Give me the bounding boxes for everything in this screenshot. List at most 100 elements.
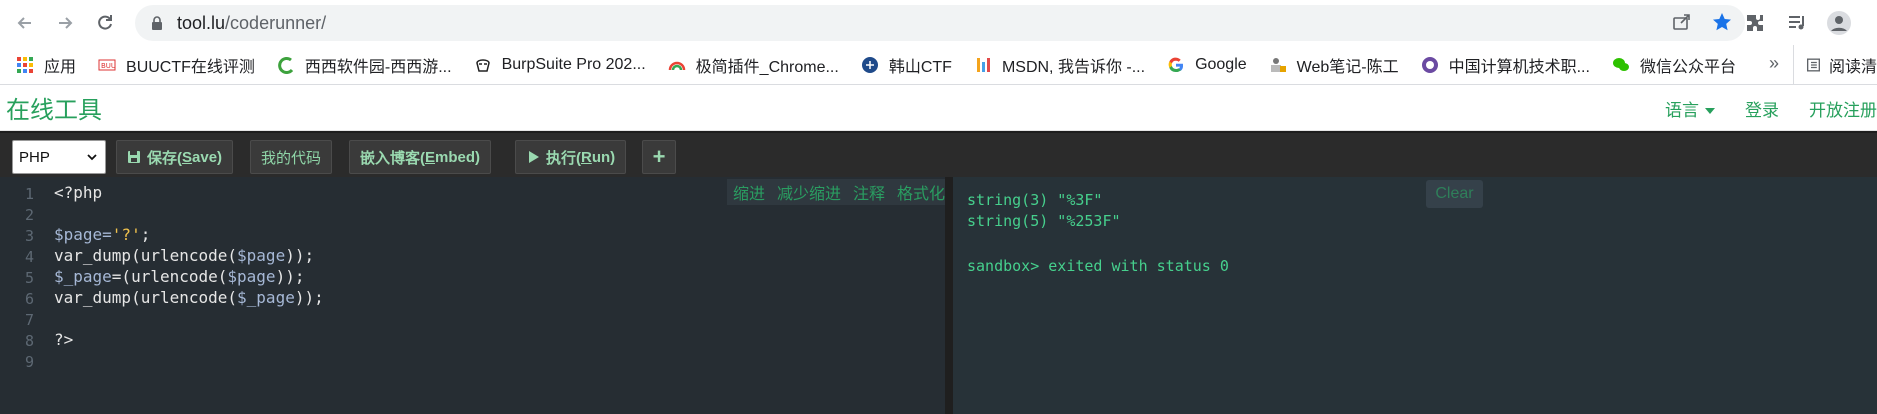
cr173-icon [277,56,295,74]
code-line: $page='?'; [54,225,151,244]
reload-button[interactable] [88,6,122,40]
share-icon[interactable] [1671,11,1693,33]
output-panel: string(3) "%3F" string(5) "%253F" sandbo… [953,177,1877,414]
pane-splitter[interactable] [945,177,953,414]
line-number: 9 [24,353,34,371]
omnibox-actions [1671,11,1733,33]
comment-button[interactable]: 注释 [853,180,885,204]
code-toolbar: PHP 保存(Save) 我的代码 嵌入博客(Embed) 执行(Run) + [0,131,1877,177]
language-select-value: PHP [19,148,50,166]
register-link[interactable]: 开放注册 [1809,96,1877,121]
site-header: 在线工具 语言 登录 开放注册 [0,85,1877,131]
extensions-button[interactable] [1741,9,1769,37]
media-button[interactable] [1783,9,1811,37]
playlist-icon [1789,16,1804,30]
hacker-icon [474,56,492,74]
browser-toolbar-right [1741,6,1877,40]
apps-grid-icon [16,56,34,74]
reading-list-button[interactable]: 阅读清 [1793,45,1877,85]
bookmark-google[interactable]: Google [1167,56,1247,74]
login-link[interactable]: 登录 [1745,96,1779,121]
code-line: var_dump(urlencode($page)); [54,246,315,265]
reload-icon [98,15,112,30]
run-button[interactable]: 执行(Run) [515,140,627,174]
bookmark-jijian[interactable]: 极简插件_Chrome... [668,53,839,77]
embed-label-suffix: mbed) [435,148,481,166]
add-button[interactable]: + [642,140,676,174]
output-line: string(3) "%3F" [967,191,1103,209]
rainbow-icon [668,56,686,74]
google-icon [1167,56,1185,74]
clear-button[interactable]: Clear [1426,180,1483,208]
bookmarks-bar: 应用 BUU BUUCTF在线评测 西西软件园-西西游... BurpSuite… [0,45,1877,85]
browser-address-row: tool.lu/coderunner/ [0,0,1877,45]
bookmark-label: 极简插件_Chrome... [695,58,839,76]
line-number: 7 [24,311,34,329]
play-icon [529,151,539,163]
bookmark-label: 应用 [44,58,77,76]
format-button[interactable]: 格式化 [897,180,945,204]
bookmark-msdn[interactable]: MSDN, 我告诉你 -... [974,53,1145,77]
bookmark-label: 韩山CTF [888,58,952,76]
badge-icon [861,56,879,74]
chevron-down-icon [87,154,97,161]
bookmark-star-icon[interactable] [1711,11,1733,33]
line-number: 4 [24,248,34,266]
line-number: 6 [24,290,34,308]
bookmark-burpsuite[interactable]: BurpSuite Pro 202... [474,56,646,74]
avatar-icon [1827,11,1851,35]
profile-button[interactable] [1825,9,1853,37]
caret-down-icon [1705,108,1715,115]
buuctf-icon: BUU [98,56,116,74]
bookmark-label: BUUCTF在线评测 [126,58,255,76]
bookmark-hanshan-ctf[interactable]: 韩山CTF [861,53,952,77]
save-button[interactable]: 保存(Save) [116,140,234,174]
bookmark-label: 中国计算机技术职... [1448,58,1590,76]
save-shortcut-key: S [182,148,193,166]
save-label-prefix: 保存( [147,149,182,167]
bookmark-label: MSDN, 我告诉你 -... [1001,58,1146,76]
save-label-suffix: ave) [192,148,223,166]
bookmark-wechat[interactable]: 微信公众平台 [1612,53,1736,77]
reading-list-icon [1806,58,1820,72]
bookmark-cnpc[interactable]: 中国计算机技术职... [1421,53,1590,77]
bookmark-apps[interactable]: 应用 [16,53,76,77]
circle-logo-icon [1421,56,1439,74]
run-label-suffix: un) [591,148,616,166]
svg-text:BUU: BUU [101,62,116,70]
bookmark-buuctf[interactable]: BUU BUUCTF在线评测 [98,53,255,77]
code-editor[interactable]: 1 2 3 4 5 6 7 8 9 <?php $page='?'; var_d… [0,177,952,414]
bookmark-label: Google [1195,55,1247,73]
language-select[interactable]: PHP [12,140,106,174]
indent-button[interactable]: 缩进 [733,180,765,204]
line-number: 3 [24,227,34,245]
line-number-gutter: 1 2 3 4 5 6 7 8 9 [0,177,42,414]
line-number: 5 [24,269,34,287]
code-line: var_dump(urlencode($_page)); [54,288,324,307]
line-number: 8 [24,332,34,350]
floppy-disk-icon [128,151,140,163]
forward-button[interactable] [48,6,82,40]
puzzle-icon [1747,15,1763,31]
language-menu[interactable]: 语言 [1665,96,1715,121]
site-nav: 语言 登录 开放注册 [1665,85,1877,131]
url-text: tool.lu/coderunner/ [177,12,327,33]
bookmark-cr173[interactable]: 西西软件园-西西游... [277,53,452,77]
back-button[interactable] [8,6,42,40]
lock-icon [152,16,162,30]
my-code-button[interactable]: 我的代码 [250,140,333,174]
site-logo[interactable]: 在线工具 [6,90,102,125]
bookmarks-overflow-button[interactable]: » [1769,53,1779,74]
output-line: string(5) "%253F" [967,212,1121,230]
menu-button[interactable] [1867,9,1877,37]
bookmark-web-notes[interactable]: Web笔记-陈工 [1269,53,1399,77]
outdent-button[interactable]: 减少缩进 [777,180,841,204]
output-line: sandbox> exited with status 0 [967,257,1229,275]
editor-actions: 缩进 减少缩进 注释 格式化 [727,179,952,205]
address-bar[interactable]: tool.lu/coderunner/ [135,5,1745,41]
embed-button[interactable]: 嵌入博客(Embed) [349,140,492,174]
code-line: <?php [54,183,103,202]
back-arrow-icon [17,17,31,29]
msdn-icon [974,56,992,74]
line-number: 1 [24,185,34,203]
